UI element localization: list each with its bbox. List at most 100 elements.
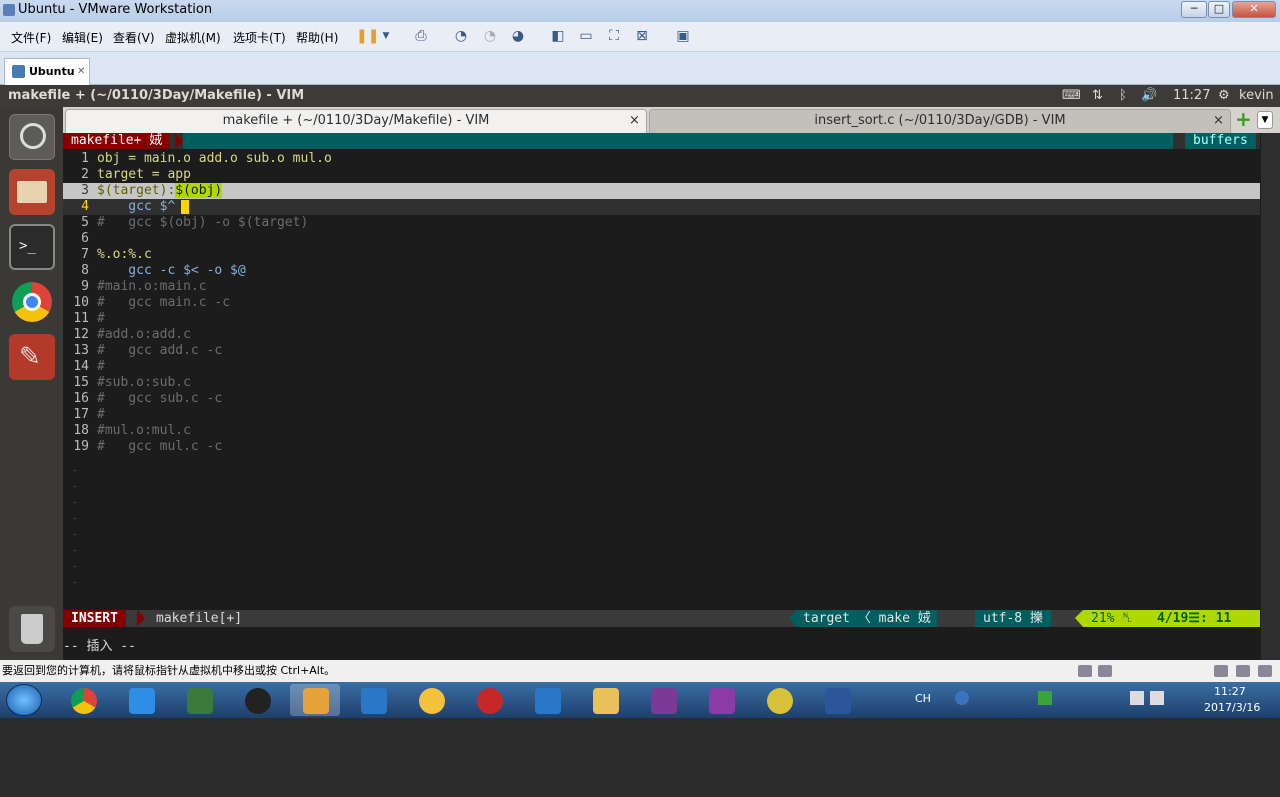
panel-clock[interactable]: 11:27 bbox=[1173, 85, 1210, 107]
taskbar-ie[interactable] bbox=[754, 684, 804, 716]
chevron-down-icon[interactable]: ▼ bbox=[376, 27, 396, 45]
dash-ubuntu-icon[interactable] bbox=[9, 114, 55, 160]
browser-icon bbox=[767, 688, 793, 714]
taskbar-atom[interactable] bbox=[174, 684, 224, 716]
taskbar-onenote-clip[interactable] bbox=[696, 684, 746, 716]
line-text: #main.o:main.c bbox=[97, 279, 207, 294]
taskbar-time[interactable]: 11:27 bbox=[1214, 685, 1246, 698]
taskbar-explorer[interactable] bbox=[580, 684, 630, 716]
bluetooth-icon[interactable]: ᛒ bbox=[1119, 85, 1127, 107]
text-cursor bbox=[181, 200, 189, 214]
snapshot-icon[interactable]: ◔ bbox=[451, 27, 471, 45]
menu-edit[interactable]: 编辑(E) bbox=[62, 29, 103, 46]
taskbar-date[interactable]: 2017/3/16 bbox=[1204, 701, 1260, 714]
taskbar-app-blue[interactable] bbox=[116, 684, 166, 716]
unity-icon[interactable]: ⊠ bbox=[632, 27, 652, 45]
code-line[interactable]: 17 # bbox=[63, 407, 1260, 423]
menu-view[interactable]: 查看(V) bbox=[113, 29, 155, 46]
menu-tabs[interactable]: 选项卡(T) bbox=[233, 29, 286, 46]
trash-icon[interactable] bbox=[9, 606, 55, 652]
files-manager-icon[interactable] bbox=[9, 169, 55, 215]
close-button[interactable]: ✕ bbox=[1232, 1, 1276, 18]
tab-close-icon[interactable]: × bbox=[1213, 110, 1224, 132]
fullscreen-icon[interactable]: ⛶ bbox=[604, 27, 624, 45]
tab-close-icon[interactable]: × bbox=[629, 110, 640, 132]
taskbar-qq[interactable] bbox=[232, 684, 282, 716]
status-percent: 21% ␤ bbox=[1083, 610, 1149, 627]
new-tab-plus-icon[interactable]: + bbox=[1235, 109, 1253, 131]
code-line[interactable]: 10 # gcc main.c -c bbox=[63, 295, 1260, 311]
revert-snapshot-icon[interactable]: ◔ bbox=[480, 27, 500, 45]
buffers-label: buffers bbox=[1185, 133, 1256, 149]
code-line[interactable]: 12 #add.o:add.c bbox=[63, 327, 1260, 343]
code-line[interactable]: 14 # bbox=[63, 359, 1260, 375]
minimize-button[interactable]: ─ bbox=[1181, 1, 1207, 18]
network-icon[interactable] bbox=[1130, 691, 1144, 705]
code-line[interactable]: 7 %.o:%.c bbox=[63, 247, 1260, 263]
menu-file[interactable]: 文件(F) bbox=[11, 29, 51, 46]
taskbar-onenote[interactable] bbox=[638, 684, 688, 716]
maximize-button[interactable]: □ bbox=[1208, 1, 1230, 18]
line-number: 13 bbox=[73, 343, 89, 358]
hdd-icon[interactable] bbox=[1078, 665, 1092, 677]
terminal-icon[interactable]: >_ bbox=[9, 224, 55, 270]
console-view-icon[interactable]: ▣ bbox=[673, 27, 693, 45]
tab-close-icon[interactable]: ✕ bbox=[77, 59, 85, 85]
code-line[interactable]: 2 target = app bbox=[63, 167, 1260, 183]
network-icon[interactable]: ⇅ bbox=[1092, 85, 1103, 107]
code-line[interactable]: 5 # gcc $(obj) -o $(target) bbox=[63, 215, 1260, 231]
code-line[interactable]: 9 #main.o:main.c bbox=[63, 279, 1260, 295]
code-line[interactable]: 13 # gcc add.c -c bbox=[63, 343, 1260, 359]
cd-icon[interactable] bbox=[1098, 665, 1112, 677]
code-line[interactable]: 11 # bbox=[63, 311, 1260, 327]
code-line[interactable]: 19 # gcc mul.c -c bbox=[63, 439, 1260, 455]
language-indicator[interactable]: CH bbox=[915, 692, 931, 705]
network-adapter-icon[interactable] bbox=[1214, 665, 1228, 677]
taskbar-chrome[interactable] bbox=[58, 684, 108, 716]
code-line[interactable]: 18 #mul.o:mul.c bbox=[63, 423, 1260, 439]
code-line[interactable]: 8 gcc -c $< -o $@ bbox=[63, 263, 1260, 279]
empty-line-marker: - bbox=[63, 543, 79, 558]
volume-icon[interactable]: 🔊 bbox=[1141, 85, 1157, 107]
menu-help[interactable]: 帮助(H) bbox=[296, 29, 338, 46]
line-number: 14 bbox=[73, 359, 89, 374]
code-line[interactable]: 15 #sub.o:sub.c bbox=[63, 375, 1260, 391]
taskbar-vmware[interactable] bbox=[290, 684, 340, 716]
windows-taskbar: CH 11:27 2017/3/16 bbox=[0, 682, 1280, 718]
menu-vm[interactable]: 虚拟机(M) bbox=[165, 29, 221, 46]
volume-icon[interactable] bbox=[1150, 691, 1164, 705]
taskbar-weather[interactable] bbox=[406, 684, 456, 716]
line-text: gcc $^ bbox=[97, 199, 176, 214]
start-button[interactable] bbox=[6, 684, 42, 716]
tab-list-chevron-icon[interactable]: ▼ bbox=[1257, 111, 1273, 129]
taskbar-word[interactable] bbox=[812, 684, 862, 716]
taskbar-recorder[interactable] bbox=[464, 684, 514, 716]
tab-ubuntu[interactable]: Ubuntu ✕ bbox=[4, 58, 90, 85]
usb-icon[interactable] bbox=[1236, 665, 1250, 677]
code-line[interactable]: 4 gcc $^ bbox=[63, 199, 1260, 215]
help-icon[interactable] bbox=[955, 691, 969, 705]
tray-icon[interactable] bbox=[1038, 691, 1052, 705]
code-line[interactable]: 16 # gcc sub.c -c bbox=[63, 391, 1260, 407]
code-line[interactable]: 3 $(target):$(obj) bbox=[63, 183, 1260, 199]
code-line[interactable]: 1 obj = main.o add.o sub.o mul.o bbox=[63, 151, 1260, 167]
buffer-tab-makefile[interactable]: makefile+ 娀 bbox=[63, 133, 171, 149]
gvim-tab-makefile[interactable]: makefile + (~/0110/3Day/Makefile) - VIM … bbox=[65, 109, 647, 133]
send-ctrl-alt-del-icon[interactable]: ⎙ bbox=[411, 27, 431, 45]
quick-switch-icon[interactable]: ▭ bbox=[576, 27, 596, 45]
display-icon[interactable] bbox=[1258, 665, 1272, 677]
line-number: 8 bbox=[81, 263, 89, 278]
sidebar-icon[interactable]: ◧ bbox=[548, 27, 568, 45]
keyboard-icon[interactable]: ⌨ bbox=[1062, 85, 1081, 107]
gvim-tab-insert-sort[interactable]: insert_sort.c (~/0110/3Day/GDB) - VIM × bbox=[649, 109, 1231, 133]
vim-editor[interactable]: makefile+ 娀 buffers 1 obj = main.o add.o … bbox=[63, 133, 1280, 660]
snapshot-manager-icon[interactable]: ◕ bbox=[508, 27, 528, 45]
panel-user[interactable]: kevin bbox=[1239, 85, 1274, 107]
taskbar-baidu[interactable] bbox=[522, 684, 572, 716]
settings-gear-icon[interactable]: ⚙ bbox=[1218, 85, 1230, 107]
pause-icon[interactable]: ❚❚ bbox=[356, 27, 379, 45]
code-line[interactable]: 6 bbox=[63, 231, 1260, 247]
chrome-icon[interactable] bbox=[9, 279, 55, 325]
taskbar-cloud[interactable] bbox=[348, 684, 398, 716]
system-settings-icon[interactable]: ✎ bbox=[9, 334, 55, 380]
